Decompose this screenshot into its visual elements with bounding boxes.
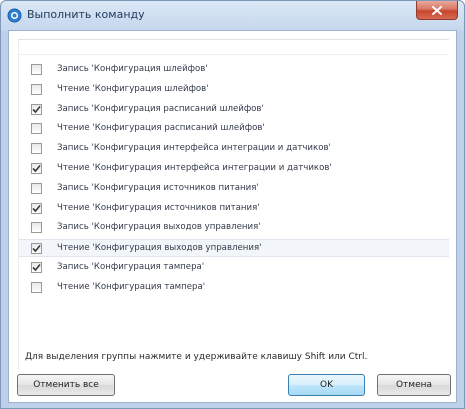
list-item[interactable]: Запись 'Конфигурация шлейфов': [19, 61, 449, 79]
checkbox-checked[interactable]: [31, 103, 42, 115]
window-title: Выполнить команду: [27, 8, 145, 21]
cancel-button[interactable]: Отмена: [377, 374, 451, 396]
list-item[interactable]: Запись 'Конфигурация интерфейса интеграц…: [19, 140, 449, 158]
list-item[interactable]: Чтение 'Конфигурация тампера': [19, 279, 449, 297]
list-item[interactable]: Чтение 'Конфигурация шлейфов': [19, 81, 449, 99]
checkbox-checked[interactable]: [31, 262, 42, 273]
close-button[interactable]: [416, 1, 458, 20]
list-item-label: Чтение 'Конфигурация источников питания': [57, 202, 260, 213]
checkbox-unchecked[interactable]: [31, 123, 42, 135]
checkbox-unchecked[interactable]: [31, 83, 42, 95]
list-item[interactable]: Чтение 'Конфигурация расписаний шлейфов': [19, 120, 449, 138]
checkmark-icon: [32, 105, 41, 113]
checkbox-unchecked[interactable]: [31, 64, 42, 75]
list-item-label: Чтение 'Конфигурация выходов управления': [57, 243, 262, 254]
checkmark-icon: [32, 204, 41, 212]
checkmark-icon: [32, 164, 41, 173]
dialog-window: Выполнить команду Запись 'Конфигурация ш…: [0, 0, 465, 409]
list-item-label: Чтение 'Конфигурация расписаний шлейфов': [57, 123, 265, 134]
checkmark-icon: [32, 245, 41, 253]
list-item[interactable]: Запись 'Конфигурация источников питания': [19, 180, 449, 198]
list-item-label: Чтение 'Конфигурация интерфейса интеграц…: [57, 163, 332, 173]
list-item[interactable]: Запись 'Конфигурация тампера': [19, 259, 449, 277]
list-header: [19, 40, 449, 55]
list-item[interactable]: Чтение 'Конфигурация выходов управления': [19, 239, 449, 258]
list-item-label: Запись 'Конфигурация тампера': [57, 262, 205, 272]
checkbox-unchecked[interactable]: [31, 281, 42, 293]
list-item[interactable]: Запись 'Конфигурация выходов управления': [19, 219, 449, 237]
checkbox-unchecked[interactable]: [31, 222, 42, 234]
list-item-label: Запись 'Конфигурация интерфейса интеграц…: [57, 143, 331, 154]
list-item-label: Чтение 'Конфигурация шлейфов': [57, 83, 209, 94]
selection-hint: Для выделения группы нажмите и удерживай…: [25, 352, 368, 362]
checkbox-checked[interactable]: [31, 243, 42, 255]
checkbox-checked[interactable]: [31, 163, 42, 174]
deselect-all-button[interactable]: Отменить все: [17, 374, 115, 396]
list-item-label: Запись 'Конфигурация расписаний шлейфов': [57, 103, 264, 114]
list-item[interactable]: Запись 'Конфигурация расписаний шлейфов': [19, 101, 449, 119]
list-item-label: Чтение 'Конфигурация тампера': [57, 281, 206, 292]
command-list[interactable]: Запись 'Конфигурация шлейфов' Чтение 'Кон…: [18, 39, 449, 370]
checkbox-unchecked[interactable]: [31, 143, 42, 155]
close-icon: [432, 5, 442, 15]
list-item-label: Запись 'Конфигурация источников питания': [57, 182, 259, 193]
list-item[interactable]: Чтение 'Конфигурация интерфейса интеграц…: [19, 160, 449, 178]
dialog-body: Запись 'Конфигурация шлейфов' Чтение 'Кон…: [8, 30, 457, 403]
checkbox-checked[interactable]: [31, 202, 42, 214]
list-item-label: Запись 'Конфигурация шлейфов': [57, 64, 208, 74]
app-icon: [7, 8, 22, 23]
checkbox-unchecked[interactable]: [31, 182, 42, 194]
title-bar[interactable]: Выполнить команду: [1, 1, 464, 31]
list-item[interactable]: Чтение 'Конфигурация источников питания': [19, 200, 449, 218]
ok-button[interactable]: OK: [288, 374, 365, 396]
list-item-label: Запись 'Конфигурация выходов управления': [57, 222, 261, 233]
checkmark-icon: [32, 263, 41, 272]
